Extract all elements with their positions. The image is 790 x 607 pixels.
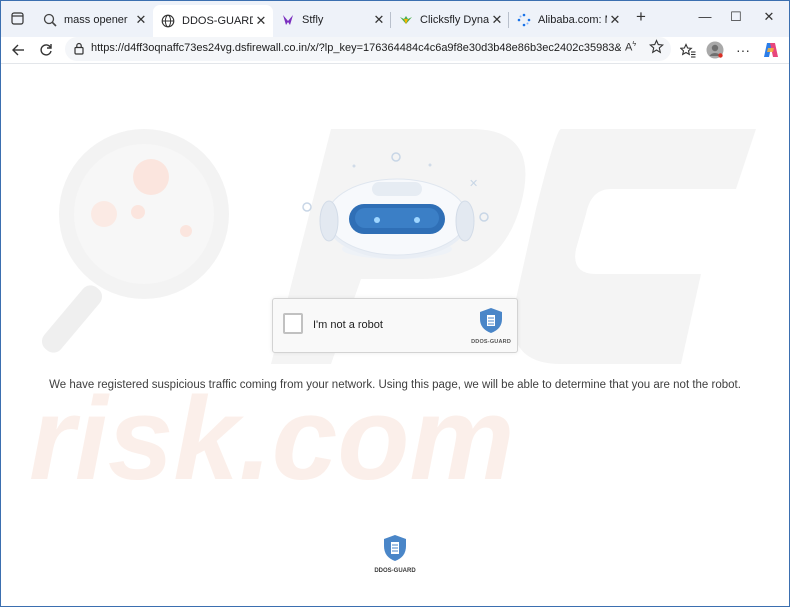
maximize-icon[interactable]: ☐: [726, 9, 746, 25]
read-aloud-icon[interactable]: Aϟ: [625, 41, 636, 54]
ddos-guard-shield-icon: [479, 307, 503, 339]
tab-title: Alibaba.com: Mar: [538, 14, 607, 26]
back-arrow-icon[interactable]: [7, 39, 29, 61]
tab-title: Clicksfly Dynamic: [420, 14, 489, 26]
refresh-icon[interactable]: [35, 39, 57, 61]
captcha-label: I'm not a robot: [313, 319, 383, 331]
robot-illustration: ✕: [302, 152, 489, 259]
search-globe-icon: [43, 13, 57, 27]
clicksfly-logo-icon: [399, 13, 413, 27]
more-options-icon[interactable]: ···: [732, 39, 754, 61]
tab-alibaba[interactable]: Alibaba.com: Mar ✕: [509, 6, 627, 34]
close-tab-icon[interactable]: ✕: [489, 12, 505, 28]
favorite-star-icon[interactable]: [648, 39, 665, 59]
address-bar[interactable]: https://d4ff3oqnaffc73es24vg.dsfirewall.…: [65, 37, 671, 61]
url-text: https://d4ff3oqnaffc73es24vg.dsfirewall.…: [91, 42, 621, 54]
close-window-icon[interactable]: ✕: [759, 9, 779, 25]
ddos-guard-shield-icon: [383, 535, 407, 566]
profile-avatar-icon[interactable]: [704, 39, 726, 61]
page-content: risk.com ✕ I'm not a robot DDOS-GUARD We…: [1, 64, 789, 606]
alibaba-loading-icon: [517, 13, 531, 27]
tab-title: DDOS-GUARD: [182, 15, 253, 27]
new-tab-button[interactable]: +: [631, 7, 651, 27]
tab-title: mass opener: [64, 14, 128, 26]
tab-strip: mass opener ✕ DDOS-GUARD ✕ Stfly ✕ Click…: [1, 1, 789, 37]
svg-text:risk.com: risk.com: [29, 373, 514, 505]
browser-window: mass opener ✕ DDOS-GUARD ✕ Stfly ✕ Click…: [0, 0, 790, 607]
warning-message: We have registered suspicious traffic co…: [49, 379, 741, 391]
tab-clicksfly[interactable]: Clicksfly Dynamic ✕: [391, 6, 509, 34]
address-toolbar: https://d4ff3oqnaffc73es24vg.dsfirewall.…: [1, 37, 789, 64]
close-tab-icon[interactable]: ✕: [133, 12, 149, 28]
minimize-icon[interactable]: —: [695, 9, 715, 24]
close-tab-icon[interactable]: ✕: [607, 12, 623, 28]
captcha-checkbox[interactable]: [283, 313, 303, 334]
stfly-logo-icon: [281, 13, 295, 27]
tab-ddos-guard[interactable]: DDOS-GUARD ✕: [153, 5, 273, 37]
globe-icon: [161, 14, 175, 28]
tab-mass-opener[interactable]: mass opener ✕: [35, 6, 153, 34]
copilot-icon[interactable]: [760, 39, 782, 61]
captcha-widget: I'm not a robot DDOS-GUARD: [272, 298, 518, 353]
tab-stfly[interactable]: Stfly ✕: [273, 6, 391, 34]
footer-brand-label: DDOS-GUARD: [374, 568, 416, 574]
svg-text:✕: ✕: [469, 177, 478, 190]
tab-actions-icon[interactable]: [7, 8, 27, 28]
footer-brand: DDOS-GUARD: [365, 534, 425, 574]
favorites-icon[interactable]: [677, 39, 699, 61]
tab-title: Stfly: [302, 14, 324, 26]
close-tab-icon[interactable]: ✕: [253, 13, 269, 29]
site-info-icon[interactable]: [73, 42, 85, 60]
close-tab-icon[interactable]: ✕: [371, 12, 387, 28]
captcha-brand: DDOS-GUARD: [471, 339, 511, 345]
